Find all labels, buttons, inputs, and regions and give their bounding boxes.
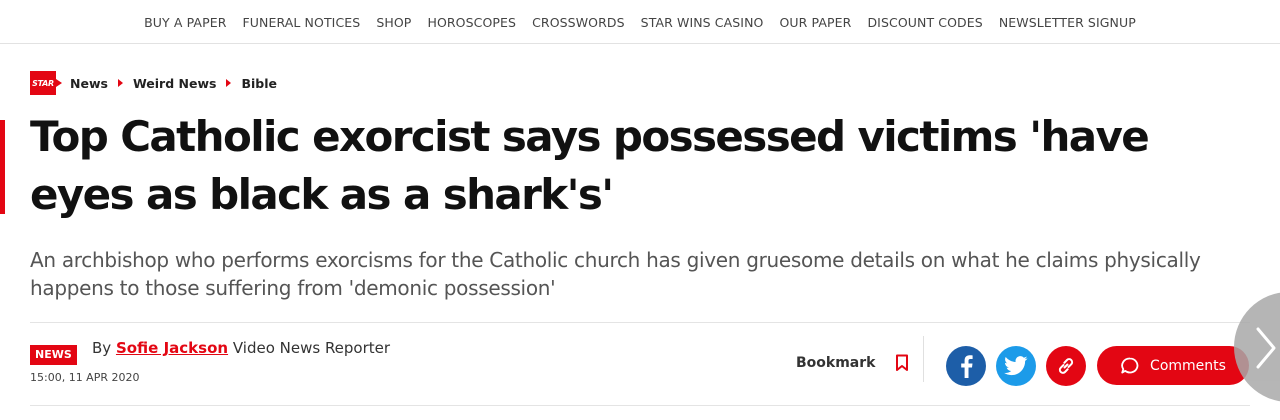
nav-item-shop[interactable]: SHOP	[368, 15, 419, 30]
nav-item-our-paper[interactable]: OUR PAPER	[771, 15, 859, 30]
byline-prefix: By	[92, 339, 112, 357]
divider	[30, 322, 1250, 323]
breadcrumb: STAR News Weird News Bible	[30, 70, 277, 96]
nav-item-horoscopes[interactable]: HOROSCOPES	[419, 15, 524, 30]
nav-item-star-wins-casino[interactable]: STAR WINS CASINO	[633, 15, 772, 30]
action-separator	[923, 336, 924, 382]
bookmark-button[interactable]: Bookmark	[796, 354, 909, 372]
comments-label: Comments	[1150, 357, 1226, 374]
twitter-icon	[1004, 356, 1028, 376]
article-headline: Top Catholic exorcist says possessed vic…	[30, 112, 1150, 219]
twitter-share-button[interactable]	[996, 346, 1036, 386]
author-link[interactable]: Sofie Jackson	[116, 339, 228, 357]
publish-timestamp: 15:00, 11 APR 2020	[30, 371, 140, 384]
nav-item-crosswords[interactable]: CROSSWORDS	[524, 15, 633, 30]
breadcrumb-news[interactable]: News	[70, 76, 108, 91]
star-logo[interactable]: STAR	[30, 71, 62, 95]
chevron-right-icon	[1256, 327, 1276, 369]
divider	[30, 405, 1250, 406]
breadcrumb-weird-news[interactable]: Weird News	[133, 76, 217, 91]
section-tag[interactable]: NEWS	[30, 345, 77, 365]
nav-item-discount-codes[interactable]: DISCOUNT CODES	[859, 15, 990, 30]
top-navigation: BUY A PAPER FUNERAL NOTICES SHOP HOROSCO…	[0, 0, 1280, 44]
byline: By Sofie Jackson Video News Reporter	[92, 339, 390, 357]
headline-accent-bar	[0, 120, 5, 214]
link-icon	[1058, 358, 1074, 374]
copy-link-button[interactable]	[1046, 346, 1086, 386]
next-article-button[interactable]	[1234, 292, 1280, 402]
article-standfirst: An archbishop who performs exorcisms for…	[30, 248, 1201, 300]
comment-bubble-icon	[1121, 357, 1139, 373]
facebook-share-button[interactable]	[946, 346, 986, 386]
bookmark-icon	[896, 354, 909, 371]
author-role: Video News Reporter	[232, 339, 391, 357]
comments-button[interactable]: Comments	[1097, 346, 1249, 385]
nav-item-buy-a-paper[interactable]: BUY A PAPER	[136, 15, 234, 30]
facebook-icon	[961, 355, 973, 378]
nav-item-funeral-notices[interactable]: FUNERAL NOTICES	[235, 15, 369, 30]
breadcrumb-bible[interactable]: Bible	[241, 76, 277, 91]
nav-item-newsletter-signup[interactable]: NEWSLETTER SIGNUP	[991, 15, 1144, 30]
breadcrumb-separator-icon	[226, 79, 232, 87]
breadcrumb-separator-icon	[117, 79, 123, 87]
bookmark-label: Bookmark	[796, 355, 876, 371]
